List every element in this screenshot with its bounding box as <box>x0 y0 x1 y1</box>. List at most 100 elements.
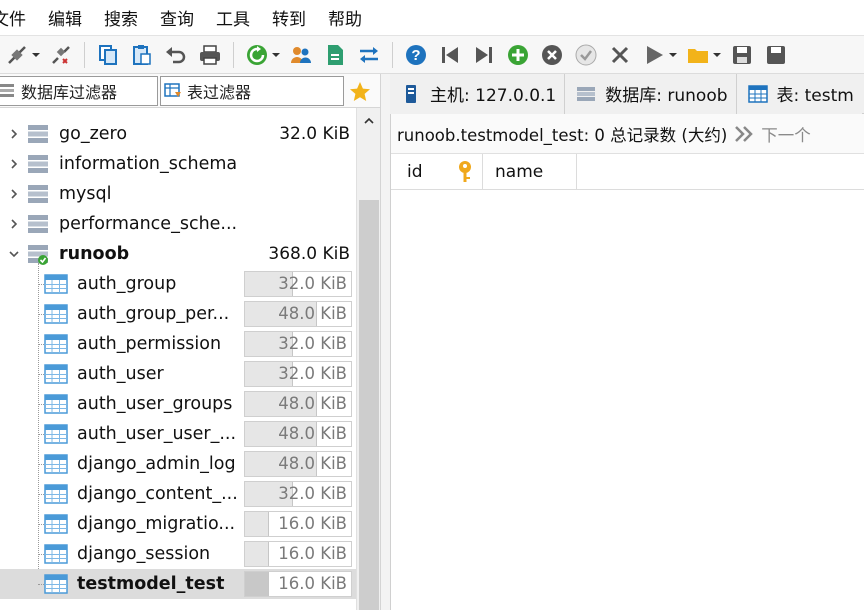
tree-table-9[interactable]: django_session 16.0 KiB <box>0 539 356 569</box>
table-icon <box>44 452 68 476</box>
chevron-right-icon[interactable] <box>6 216 22 232</box>
table-name: django_session <box>77 544 211 564</box>
table-size-number: 32.0 <box>278 484 316 503</box>
execute-dropdown-icon[interactable] <box>667 42 679 68</box>
filter-bar: 数据库过滤器 表过滤器 <box>0 74 390 108</box>
menu-goto[interactable]: 转到 <box>272 5 306 30</box>
column-header-name[interactable]: name <box>483 154 577 190</box>
next-page-icon[interactable] <box>733 124 757 144</box>
table-size-bar: 32.0 KiB <box>244 271 352 297</box>
table-name: auth_group_per... <box>77 304 230 324</box>
table-filter-placeholder: 表过滤器 <box>187 83 252 102</box>
table-size-text: 48.0 KiB <box>278 394 347 413</box>
tree-table-4[interactable]: auth_user_groups 48.0 KiB <box>0 389 356 419</box>
cancel-edit-icon[interactable] <box>607 42 633 68</box>
save-all-icon[interactable] <box>763 42 789 68</box>
table-size-unit: KiB <box>320 304 347 323</box>
paste-icon[interactable] <box>129 42 155 68</box>
next-page-link[interactable]: 下一个 <box>761 122 811 146</box>
delete-record-icon[interactable] <box>539 42 565 68</box>
tree-db-2[interactable]: mysql <box>0 179 356 209</box>
copy-icon[interactable] <box>95 42 121 68</box>
table-icon <box>44 512 68 536</box>
print-icon[interactable] <box>197 42 223 68</box>
table-size-number: 48.0 <box>278 424 316 443</box>
column-id-label: id <box>407 162 423 182</box>
database-size: 32.0 KiB <box>279 124 350 144</box>
disconnect-icon[interactable] <box>48 42 74 68</box>
pane-splitter[interactable] <box>380 74 390 610</box>
database-name: mysql <box>59 184 112 204</box>
chevron-right-icon[interactable] <box>6 186 22 202</box>
last-record-icon[interactable] <box>471 42 497 68</box>
scroll-up-icon[interactable] <box>357 108 381 134</box>
undo-icon[interactable] <box>163 42 189 68</box>
toolbar-separator <box>392 41 393 68</box>
post-edit-icon[interactable] <box>573 42 599 68</box>
refresh-icon[interactable] <box>244 42 270 68</box>
tab-strip: 主机: 127.0.0.1 数据库: runoob 表: testm <box>390 73 864 114</box>
menu-help[interactable]: 帮助 <box>328 5 362 30</box>
sync-icon[interactable] <box>356 42 382 68</box>
table-icon <box>44 482 68 506</box>
tree-table-5[interactable]: auth_user_user_... 48.0 KiB <box>0 419 356 449</box>
primary-key-icon <box>459 161 471 182</box>
tree-db-3[interactable]: performance_sche... <box>0 209 356 239</box>
tree-table-3[interactable]: auth_user 32.0 KiB <box>0 359 356 389</box>
connect-icon[interactable] <box>4 42 30 68</box>
tree-table-10[interactable]: testmodel_test 16.0 KiB <box>0 569 356 599</box>
table-size-unit: KiB <box>320 514 347 533</box>
chevron-right-icon[interactable] <box>6 126 22 142</box>
svg-text:?: ? <box>411 47 420 64</box>
chevron-down-icon[interactable] <box>6 246 22 262</box>
table-filter-input[interactable]: 表过滤器 <box>160 76 344 106</box>
user-manager-icon[interactable] <box>288 42 314 68</box>
menu-tools[interactable]: 工具 <box>216 5 250 30</box>
database-tree: go_zero 32.0 KiB information_schemamysql pe… <box>0 108 380 610</box>
refresh-dropdown-icon[interactable] <box>270 42 282 68</box>
favorites-star-icon[interactable] <box>346 78 374 106</box>
tab-database[interactable]: 数据库: runoob <box>565 73 737 114</box>
execute-icon[interactable] <box>641 42 667 68</box>
table-size-text: 16.0 KiB <box>278 544 347 563</box>
first-record-icon[interactable] <box>437 42 463 68</box>
table-size-number: 32.0 <box>278 334 316 353</box>
open-file-icon[interactable] <box>685 42 711 68</box>
column-header-id[interactable]: id <box>391 154 483 190</box>
tab-table[interactable]: 表: testm <box>736 73 862 114</box>
chevron-right-icon[interactable] <box>6 156 22 172</box>
menu-edit[interactable]: 编辑 <box>48 5 82 30</box>
database-icon <box>26 212 50 236</box>
tree-table-0[interactable]: auth_group 32.0 KiB <box>0 269 356 299</box>
menu-file[interactable]: 文件 <box>0 5 26 30</box>
add-record-icon[interactable] <box>505 42 531 68</box>
menu-search[interactable]: 搜索 <box>104 5 138 30</box>
menu-query[interactable]: 查询 <box>160 5 194 30</box>
database-filter-input[interactable]: 数据库过滤器 <box>0 76 158 106</box>
connect-dropdown-icon[interactable] <box>30 42 42 68</box>
tree-db-0[interactable]: go_zero 32.0 KiB <box>0 119 356 149</box>
tab-host[interactable]: 主机: 127.0.0.1 <box>390 73 566 114</box>
table-name: auth_user_user_... <box>77 424 237 444</box>
tab-database-label: 数据库: runoob <box>605 86 728 106</box>
tree-scrollbar[interactable] <box>356 108 380 610</box>
table-size-fill <box>245 572 269 596</box>
save-icon[interactable] <box>729 42 755 68</box>
scrollbar-thumb[interactable] <box>359 200 379 610</box>
tree-db-1[interactable]: information_schema <box>0 149 356 179</box>
export-icon[interactable] <box>322 42 348 68</box>
tree-table-6[interactable]: django_admin_log 48.0 KiB <box>0 449 356 479</box>
table-size-unit: KiB <box>320 424 347 443</box>
open-file-dropdown-icon[interactable] <box>711 42 723 68</box>
table-size-number: 16.0 <box>278 574 316 593</box>
tree-table-7[interactable]: django_content_... 32.0 KiB <box>0 479 356 509</box>
tree-table-2[interactable]: auth_permission 32.0 KiB <box>0 329 356 359</box>
tree-table-8[interactable]: django_migratio... 16.0 KiB <box>0 509 356 539</box>
table-icon <box>44 272 68 296</box>
table-size-bar: 16.0 KiB <box>244 571 352 597</box>
table-size-bar: 32.0 KiB <box>244 481 352 507</box>
table-size-text: 48.0 KiB <box>278 304 347 323</box>
tree-table-1[interactable]: auth_group_per... 48.0 KiB <box>0 299 356 329</box>
help-icon[interactable]: ? <box>403 42 429 68</box>
tree-db-4[interactable]: runoob 368.0 KiB <box>0 239 356 269</box>
